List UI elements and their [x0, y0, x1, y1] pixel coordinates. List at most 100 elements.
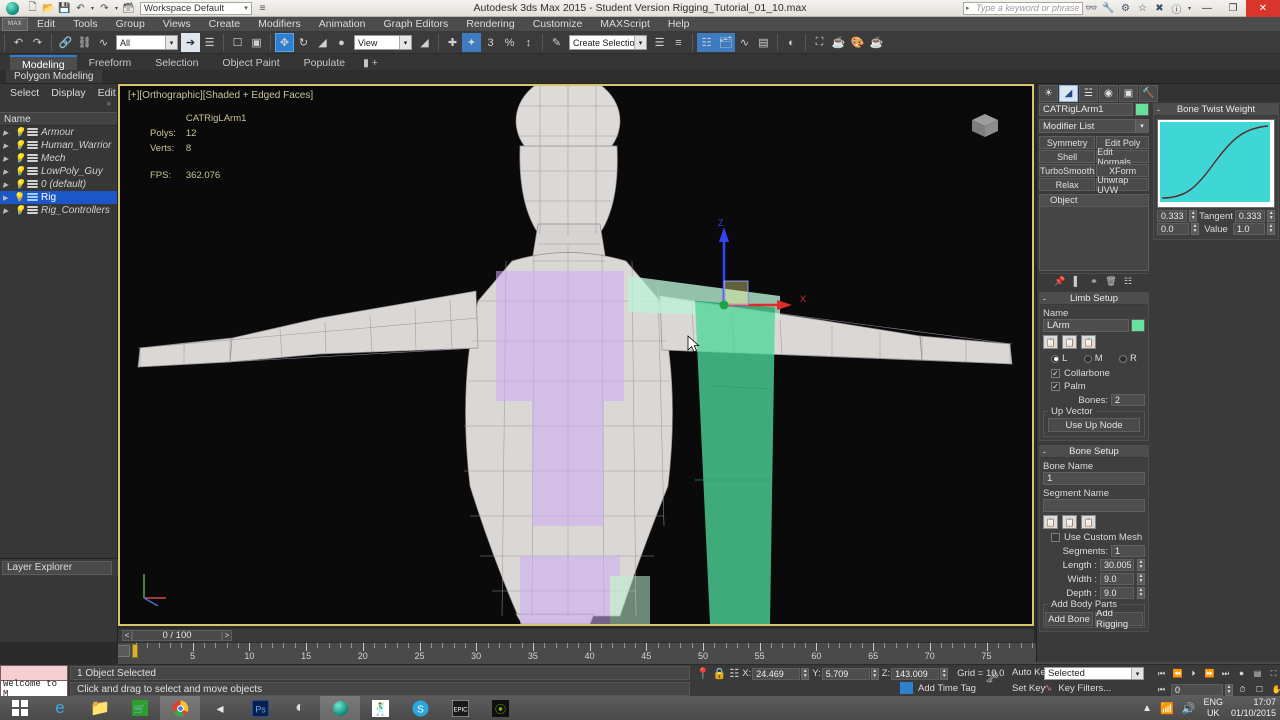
layer-menu-select[interactable]: Select: [10, 87, 39, 99]
motion-tab-icon[interactable]: ◉: [1099, 84, 1118, 102]
clock[interactable]: 17:07 01/10/2015: [1231, 697, 1276, 719]
select-and-rotate-icon[interactable]: ↻: [294, 33, 313, 52]
material-editor-icon[interactable]: ◐: [782, 33, 801, 52]
remove-modifier-icon[interactable]: 🗑: [1105, 275, 1118, 287]
depth-spinner[interactable]: ▲ ▼: [1137, 587, 1145, 599]
edit-named-selection-sets-icon[interactable]: ✎: [547, 33, 566, 52]
light-bulb-icon[interactable]: 💡: [14, 127, 25, 138]
layer-menu-edit[interactable]: Edit: [98, 87, 116, 99]
unity-icon[interactable]: ◂: [200, 696, 240, 720]
view-cube-icon[interactable]: [968, 110, 1002, 140]
expand-arrow-icon[interactable]: ▶: [3, 129, 11, 137]
tray-expand-icon[interactable]: ▲: [1142, 703, 1152, 714]
prev-frame-button[interactable]: <: [122, 630, 132, 641]
bone-setup-header[interactable]: - Bone Setup: [1040, 446, 1148, 458]
light-bulb-icon[interactable]: 💡: [14, 166, 25, 177]
object-color-swatch[interactable]: [1135, 103, 1149, 116]
nvidia-icon[interactable]: ⦿: [480, 696, 520, 720]
length-field[interactable]: 30.005: [1100, 559, 1134, 571]
width-spinner[interactable]: ▲ ▼: [1137, 573, 1145, 585]
expand-arrow-icon[interactable]: ▶: [3, 142, 11, 150]
modifier-list-dropdown[interactable]: Modifier List ▾: [1039, 119, 1149, 133]
curve-editor-icon[interactable]: ∿: [735, 33, 754, 52]
menu-graph-editors[interactable]: Graph Editors: [374, 17, 457, 32]
value-left-spinner[interactable]: ▲ ▼: [1191, 223, 1199, 235]
menu-help[interactable]: Help: [659, 17, 699, 32]
z-input[interactable]: 143.009: [891, 667, 940, 680]
menu-customize[interactable]: Customize: [524, 17, 592, 32]
store-icon[interactable]: 🛒: [120, 696, 160, 720]
x-spinner[interactable]: ▲ ▼: [801, 667, 810, 680]
volume-icon[interactable]: 🔊: [1182, 702, 1196, 715]
length-spinner[interactable]: ▲ ▼: [1137, 559, 1145, 571]
epic-games-icon[interactable]: EPIC: [440, 696, 480, 720]
menu-animation[interactable]: Animation: [310, 17, 375, 32]
key-mode-toggle-icon[interactable]: [118, 645, 130, 657]
segment-name-field[interactable]: [1043, 499, 1145, 512]
current-frame-spinner[interactable]: ▲ ▼: [1225, 683, 1233, 696]
tangent-left-field[interactable]: 0.333: [1157, 210, 1188, 222]
time-slider-handle[interactable]: [132, 644, 138, 658]
render-setup-icon[interactable]: ⛶: [810, 33, 829, 52]
object-name-field[interactable]: CATRigLArm1: [1039, 103, 1133, 116]
paste-bone-icon[interactable]: 📋: [1062, 515, 1077, 529]
angle-snap-toggle-icon[interactable]: 3: [481, 33, 500, 52]
layer-row[interactable]: ▶ 💡 Armour: [0, 126, 117, 139]
render-production-icon[interactable]: 🎨: [848, 33, 867, 52]
modifier-stack-object-entry[interactable]: Object: [1040, 195, 1148, 207]
modify-tab-icon[interactable]: ◢: [1059, 84, 1078, 102]
select-region-icon[interactable]: ☐: [1252, 683, 1267, 696]
skype-icon[interactable]: S: [400, 696, 440, 720]
paste-limb-icon[interactable]: 📋: [1062, 335, 1077, 349]
file-explorer-icon[interactable]: 📁: [80, 696, 120, 720]
rendered-frame-window-icon[interactable]: ☕: [829, 33, 848, 52]
modifier-button-shell[interactable]: Shell: [1039, 150, 1096, 163]
layer-row[interactable]: ▶ 💡 Mech: [0, 152, 117, 165]
menu-edit[interactable]: Edit: [28, 17, 64, 32]
use-custom-mesh-checkbox[interactable]: Use Custom Mesh: [1051, 532, 1145, 543]
tab-populate[interactable]: Populate: [292, 55, 357, 71]
maxscript-mini-listener[interactable]: Welcome to M: [0, 665, 68, 699]
zoom-extents-icon[interactable]: ⛶: [1266, 667, 1280, 680]
radio-left[interactable]: L: [1051, 353, 1067, 364]
viewport-canvas[interactable]: X Z [+][Orthographic][Shaded + Edged Fac…: [120, 86, 1032, 624]
key-mode-dropdown[interactable]: Selected ▾: [1044, 667, 1144, 680]
layer-explorer-icon[interactable]: ☷: [697, 33, 716, 52]
search-input[interactable]: Type a keyword or phrase: [963, 1, 1083, 15]
reference-coordinate-dropdown[interactable]: View ▾: [354, 35, 412, 50]
layer-row[interactable]: ▶ 💡 LowPoly_Guy: [0, 165, 117, 178]
time-config-icon[interactable]: ⏱: [1235, 683, 1250, 696]
utilities-tab-icon[interactable]: 🔨: [1139, 84, 1158, 102]
paste-mirrored-bone-icon[interactable]: 📋: [1081, 515, 1096, 529]
go-to-start-icon[interactable]: ⏮: [1154, 667, 1169, 680]
expand-arrow-icon[interactable]: ▶: [3, 168, 11, 176]
light-bulb-icon[interactable]: 💡: [14, 192, 25, 203]
light-bulb-icon[interactable]: 💡: [14, 153, 25, 164]
collarbone-checkbox[interactable]: ✓ Collarbone: [1051, 368, 1145, 379]
tangent-right-spinner[interactable]: ▲ ▼: [1267, 210, 1275, 222]
isolate-selection-icon[interactable]: 📍: [696, 667, 710, 680]
rectangular-selection-region-icon[interactable]: ☐: [228, 33, 247, 52]
start-icon[interactable]: [0, 696, 40, 720]
current-frame-field[interactable]: 0: [1171, 683, 1223, 696]
palm-checkbox[interactable]: ✓ Palm: [1051, 381, 1145, 392]
window-crossing-toggle-icon[interactable]: ▣: [247, 33, 266, 52]
radio-middle[interactable]: M: [1083, 353, 1103, 364]
viewport[interactable]: X Z [+][Orthographic][Shaded + Edged Fac…: [118, 84, 1034, 626]
pin-stack-icon[interactable]: 📌: [1054, 275, 1067, 287]
bone-name-field[interactable]: 1: [1043, 472, 1145, 485]
hierarchy-tab-icon[interactable]: ☱: [1079, 84, 1098, 102]
menu-modifiers[interactable]: Modifiers: [249, 17, 310, 32]
display-tab-icon[interactable]: ▣: [1119, 84, 1138, 102]
time-tag-icon[interactable]: [900, 682, 913, 694]
selection-filter-dropdown[interactable]: All ▾: [116, 35, 178, 50]
maxscript-output-line[interactable]: Welcome to M: [0, 679, 68, 699]
layer-row[interactable]: ▶ 💡 Rig_Controllers: [0, 204, 117, 217]
add-time-tag-label[interactable]: Add Time Tag: [918, 683, 976, 694]
menu-maxscript[interactable]: MAXScript: [591, 17, 659, 32]
modifier-button-symmetry[interactable]: Symmetry: [1039, 136, 1096, 149]
snaps-toggle-icon[interactable]: ✚: [443, 33, 462, 52]
bone-twist-weight-header[interactable]: - Bone Twist Weight: [1154, 104, 1278, 116]
limb-setup-header[interactable]: - Limb Setup: [1040, 293, 1148, 305]
modifier-button-relax[interactable]: Relax: [1039, 178, 1096, 191]
